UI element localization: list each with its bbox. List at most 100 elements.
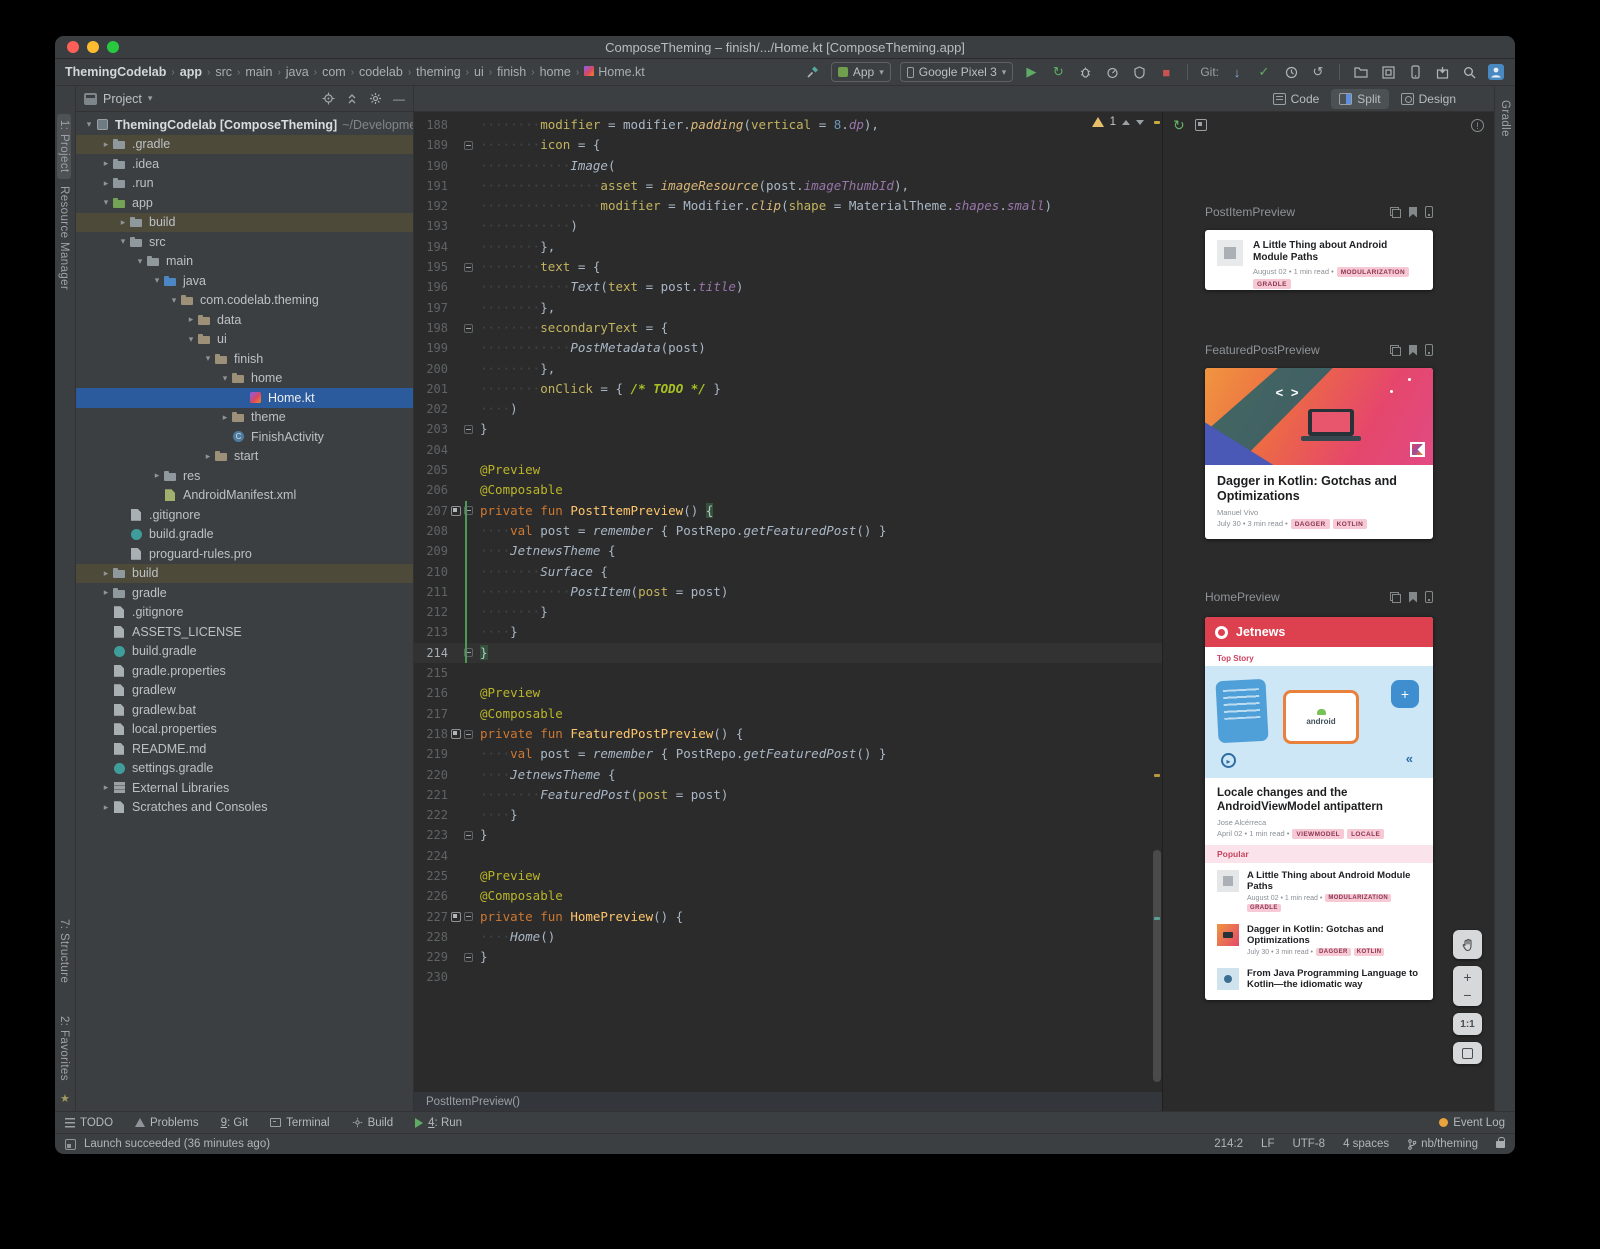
project-view-selector[interactable]: Project xyxy=(103,92,142,106)
fold-icon[interactable] xyxy=(464,953,473,962)
indent-setting[interactable]: 4 spaces xyxy=(1343,1138,1389,1150)
bookmark-icon[interactable] xyxy=(1409,592,1417,603)
code-text[interactable]: @Composable xyxy=(476,704,1162,724)
tree-item-finishactivity[interactable]: FinishActivity xyxy=(76,427,413,447)
code-text[interactable]: } xyxy=(476,643,1162,663)
debug-icon[interactable] xyxy=(1076,63,1094,81)
tree-item-build.gradle[interactable]: build.gradle xyxy=(76,525,413,545)
nav-crumb[interactable]: ui xyxy=(474,65,484,79)
tree-chevron-icon[interactable]: ▸ xyxy=(99,158,113,169)
code-text[interactable]: ····} xyxy=(476,805,1162,825)
pan-hand-button[interactable] xyxy=(1453,930,1482,959)
code-text[interactable]: @Preview xyxy=(476,866,1162,886)
tree-item-local.properties[interactable]: local.properties xyxy=(76,720,413,740)
device-file-explorer-icon[interactable] xyxy=(1352,63,1370,81)
tree-item-home.kt[interactable]: Home.kt xyxy=(76,388,413,408)
tree-item-java[interactable]: ▾java xyxy=(76,271,413,291)
git-branch[interactable]: nb/theming xyxy=(1407,1138,1478,1150)
search-everywhere-icon[interactable] xyxy=(1460,63,1478,81)
error-stripe-mark[interactable] xyxy=(1154,121,1160,124)
code-text[interactable]: ········icon = { xyxy=(476,135,1162,155)
stop-button[interactable]: ■ xyxy=(1157,63,1175,81)
tree-chevron-icon[interactable]: ▾ xyxy=(99,197,113,208)
coverage-icon[interactable] xyxy=(1130,63,1148,81)
tree-chevron-icon[interactable]: ▸ xyxy=(99,139,113,150)
tree-item-external-libraries[interactable]: ▸External Libraries xyxy=(76,778,413,798)
code-text[interactable]: ············Text(text = post.title) xyxy=(476,277,1162,297)
tool-button-event-log[interactable]: Event Log xyxy=(1439,1117,1505,1129)
deploy-preview-icon[interactable] xyxy=(1425,206,1433,218)
profiler-icon[interactable] xyxy=(1103,63,1121,81)
zoom-in-button[interactable]: + xyxy=(1463,969,1471,985)
code-text[interactable]: ················modifier = Modifier.clip… xyxy=(476,196,1162,216)
editor-breadcrumb[interactable]: PostItemPreview() xyxy=(414,1091,1162,1111)
avd-manager-icon[interactable] xyxy=(1406,63,1424,81)
tool-button-resource-manager[interactable]: Resource Manager xyxy=(58,186,70,290)
tool-button-structure[interactable]: 7: Structure xyxy=(58,919,70,983)
fold-icon[interactable] xyxy=(464,831,473,840)
nav-crumb[interactable]: java xyxy=(286,65,309,79)
tree-item-.idea[interactable]: ▸.idea xyxy=(76,154,413,174)
git-history-icon[interactable] xyxy=(1282,63,1300,81)
tree-chevron-icon[interactable]: ▾ xyxy=(167,295,181,306)
code-text[interactable]: ········FeaturedPost(post = post) xyxy=(476,785,1162,805)
nav-crumb[interactable]: src xyxy=(215,65,232,79)
code-text[interactable]: private fun FeaturedPostPreview() { xyxy=(476,724,1162,744)
tree-item-scratches-and-consoles[interactable]: ▸Scratches and Consoles xyxy=(76,798,413,818)
preview-issues-icon[interactable]: ! xyxy=(1471,119,1484,132)
tree-chevron-icon[interactable]: ▾ xyxy=(201,353,215,364)
tool-button-todo[interactable]: TODO xyxy=(65,1117,113,1129)
tree-item-build[interactable]: ▸build xyxy=(76,213,413,233)
tree-item-.gradle[interactable]: ▸.gradle xyxy=(76,135,413,155)
git-commit-icon[interactable]: ✓ xyxy=(1255,63,1273,81)
fold-icon[interactable] xyxy=(464,141,473,150)
git-rollback-icon[interactable]: ↺ xyxy=(1309,63,1327,81)
code-text[interactable]: ····) xyxy=(476,399,1162,419)
code-text[interactable]: ············PostMetadata(post) xyxy=(476,338,1162,358)
editor-scrollbar[interactable] xyxy=(1153,850,1161,1082)
tree-chevron-icon[interactable]: ▸ xyxy=(99,802,113,813)
code-text[interactable]: ········onClick = { /* TODO */ } xyxy=(476,379,1162,399)
next-issue-icon[interactable] xyxy=(1136,120,1144,125)
code-editor[interactable]: 188········modifier = modifier.padding(v… xyxy=(414,112,1162,1111)
deploy-preview-icon[interactable] xyxy=(1425,591,1433,603)
tree-item-assets-license[interactable]: ASSETS_LICENSE xyxy=(76,622,413,642)
settings-gear-icon[interactable] xyxy=(369,92,382,105)
code-text[interactable]: } xyxy=(476,419,1162,439)
tree-chevron-icon[interactable]: ▸ xyxy=(99,178,113,189)
nav-crumb[interactable]: theming xyxy=(416,65,460,79)
code-text[interactable]: ····} xyxy=(476,622,1162,642)
fold-icon[interactable] xyxy=(464,730,473,739)
tree-chevron-icon[interactable]: ▾ xyxy=(184,334,198,345)
tree-chevron-icon[interactable]: ▸ xyxy=(201,451,215,462)
code-text[interactable]: ········secondaryText = { xyxy=(476,318,1162,338)
code-text[interactable]: @Preview xyxy=(476,683,1162,703)
tree-chevron-icon[interactable]: ▸ xyxy=(150,470,164,481)
zoom-actual-button[interactable]: 1:1 xyxy=(1453,1013,1482,1035)
read-lock-icon[interactable] xyxy=(1496,1141,1505,1148)
tree-chevron-icon[interactable]: ▸ xyxy=(99,568,113,579)
tree-item-build.gradle[interactable]: build.gradle xyxy=(76,642,413,662)
code-text[interactable]: ········}, xyxy=(476,237,1162,257)
hide-panel-icon[interactable]: — xyxy=(393,92,405,106)
apply-changes-icon[interactable]: ↻ xyxy=(1049,63,1067,81)
zoom-to-fit-button[interactable] xyxy=(1453,1042,1482,1064)
code-text[interactable]: ············Image( xyxy=(476,156,1162,176)
bookmark-icon[interactable] xyxy=(1409,345,1417,356)
tree-item-app[interactable]: ▾app xyxy=(76,193,413,213)
tree-item-gradle.properties[interactable]: gradle.properties xyxy=(76,661,413,681)
tool-button-favorites[interactable]: 2: Favorites xyxy=(58,1016,70,1081)
tool-button-gradle[interactable]: Gradle xyxy=(1499,100,1511,137)
tree-item-finish[interactable]: ▾finish xyxy=(76,349,413,369)
nav-crumb-file[interactable]: Home.kt xyxy=(584,65,645,79)
code-text[interactable]: ····JetnewsTheme { xyxy=(476,541,1162,561)
fold-icon[interactable] xyxy=(464,912,473,921)
tree-item-settings.gradle[interactable]: settings.gradle xyxy=(76,759,413,779)
code-text[interactable] xyxy=(476,440,1162,460)
nav-crumb[interactable]: com xyxy=(322,65,346,79)
tree-item-.gitignore[interactable]: .gitignore xyxy=(76,505,413,525)
tree-item-theme[interactable]: ▸theme xyxy=(76,408,413,428)
tree-chevron-icon[interactable]: ▸ xyxy=(99,782,113,793)
nav-crumb[interactable]: ThemingCodelab xyxy=(65,65,166,79)
tree-item-gradlew[interactable]: gradlew xyxy=(76,681,413,701)
